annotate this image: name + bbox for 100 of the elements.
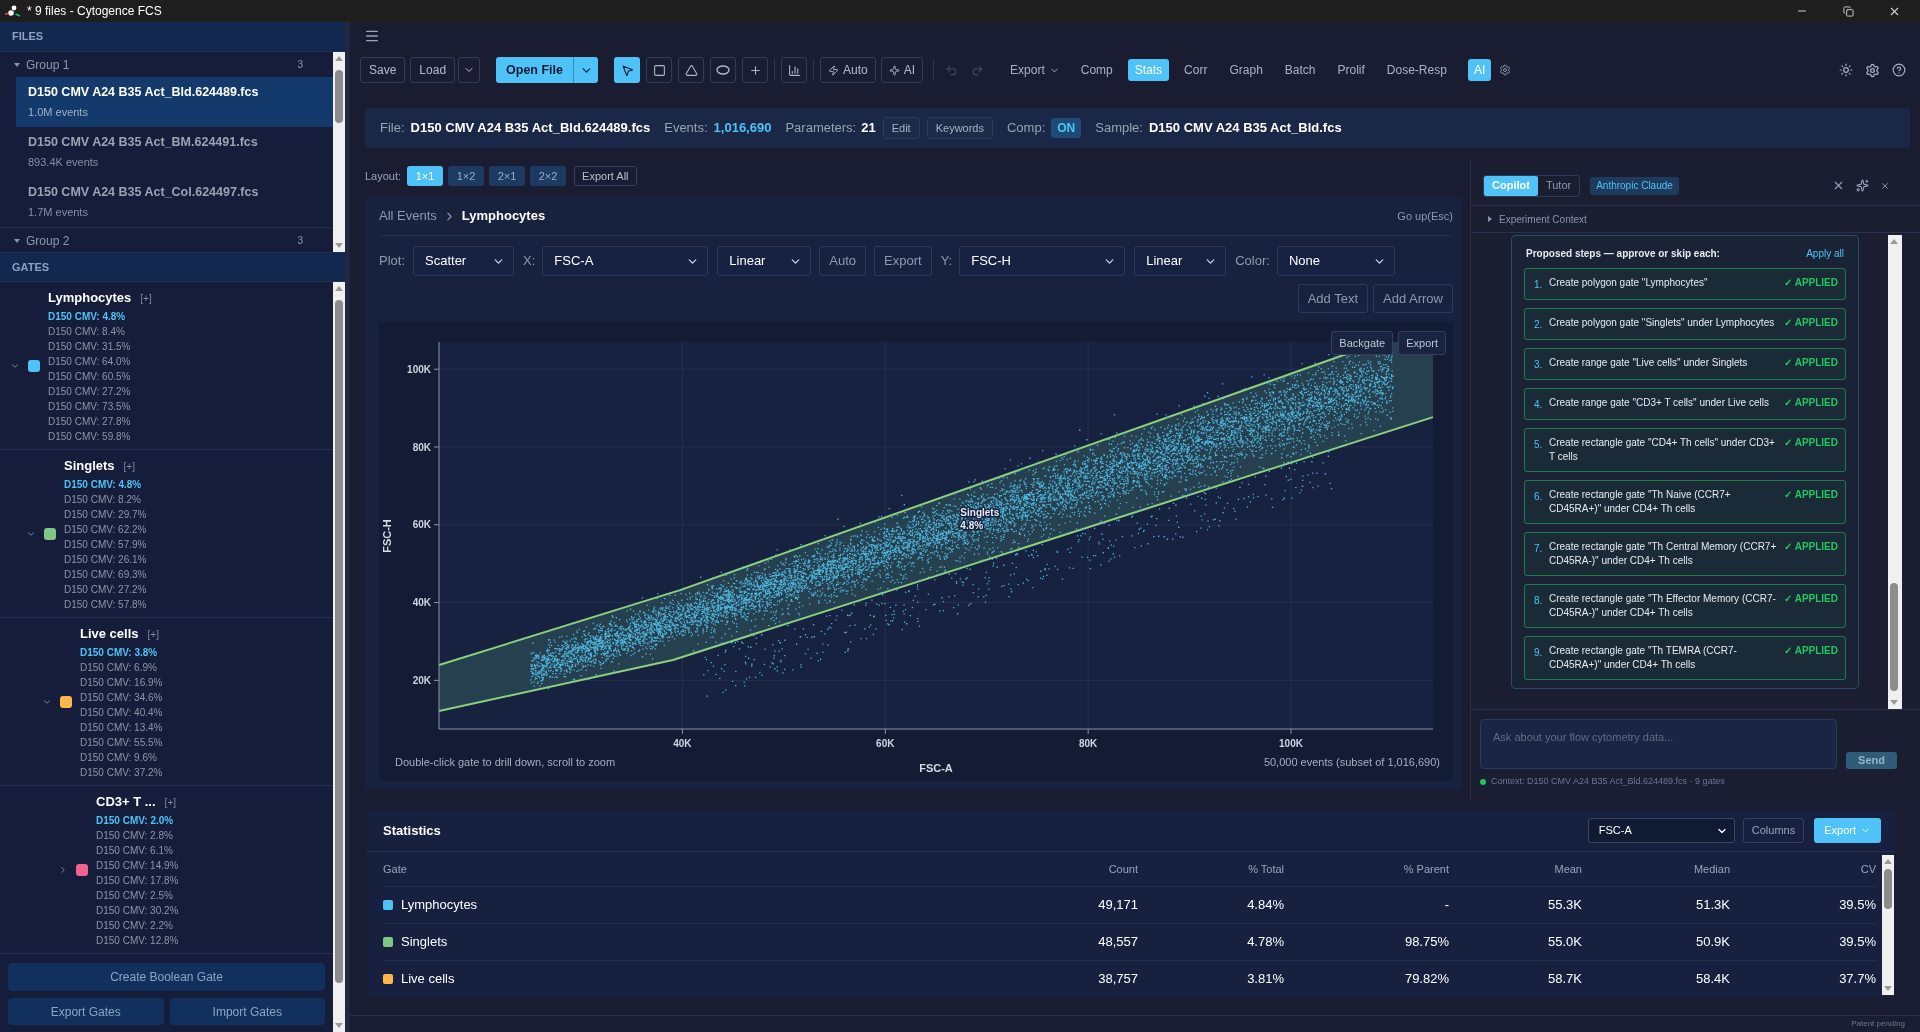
file-list-item[interactable]: D150 CMV A24 B35 Act_Col.624497.fcs 1.7M events xyxy=(16,177,333,227)
triangle-down-icon[interactable] xyxy=(1890,700,1898,705)
settings-icon[interactable] xyxy=(1865,62,1880,78)
gate-name[interactable]: Singlets xyxy=(64,456,115,476)
go-up-button[interactable]: Go up(Esc) xyxy=(1397,207,1453,225)
file-list-item[interactable]: D150 CMV A24 B35 Act_BM.624491.fcs 893.4K events xyxy=(16,127,333,177)
add-gate-button[interactable]: [+] xyxy=(140,290,152,306)
layout-option[interactable]: 1×2 xyxy=(448,166,485,186)
group-count: 3 xyxy=(297,234,303,248)
add-text-button[interactable]: Add Text xyxy=(1297,284,1368,313)
compensation-toggle[interactable]: ON xyxy=(1051,118,1082,138)
columns-button[interactable]: Columns xyxy=(1742,818,1805,843)
y-scale-select[interactable]: Linear xyxy=(1134,246,1227,276)
color-by-select[interactable]: None xyxy=(1276,246,1395,276)
scrollbar-thumb[interactable] xyxy=(1884,869,1892,909)
scrollbar[interactable] xyxy=(1888,235,1902,709)
export-all-button[interactable]: Export All xyxy=(574,166,637,186)
scrollbar-thumb[interactable] xyxy=(335,300,343,983)
load-options-button[interactable] xyxy=(458,57,481,83)
auto-gate-button[interactable]: Auto xyxy=(820,57,876,83)
assistant-tab[interactable]: Tutor xyxy=(1537,175,1580,196)
view-tab[interactable]: Comp xyxy=(1073,59,1120,81)
export-plot-button[interactable]: Export xyxy=(1398,331,1446,355)
create-boolean-gate-button[interactable]: Create Boolean Gate xyxy=(8,963,325,991)
settings-icon[interactable] xyxy=(1499,64,1512,76)
scrollbar-thumb[interactable] xyxy=(335,70,343,123)
gate-name[interactable]: Live cells xyxy=(80,624,139,644)
scrollbar[interactable] xyxy=(333,282,345,1032)
edit-button[interactable]: Edit xyxy=(882,117,920,139)
gate-stat: D150 CMV: 4.8% xyxy=(64,478,142,492)
triangle-up-icon[interactable] xyxy=(335,56,343,61)
y-parameter-select[interactable]: FSC-H xyxy=(959,246,1126,276)
close-icon[interactable] xyxy=(1880,180,1890,191)
breadcrumb-link[interactable]: Lymphocytes xyxy=(461,206,546,226)
export-axis-button[interactable]: Export xyxy=(874,246,932,276)
triangle-down-icon[interactable] xyxy=(1884,986,1892,991)
gate-stat: D150 CMV: 12.8% xyxy=(96,934,179,948)
breadcrumb-link[interactable]: All Events xyxy=(379,206,437,226)
parameter-select[interactable]: FSC-A xyxy=(1587,818,1735,843)
polygon-tool-button[interactable] xyxy=(678,57,704,83)
ellipse-tool-button[interactable] xyxy=(710,57,736,83)
load-button[interactable]: Load xyxy=(410,57,456,83)
open-file-button[interactable]: Open File xyxy=(496,57,573,83)
scrollbar[interactable] xyxy=(333,52,345,252)
caret-icon[interactable] xyxy=(1487,216,1493,222)
gate-stat: D150 CMV: 4.8% xyxy=(48,310,126,324)
gate-name[interactable]: CD3+ T ... xyxy=(96,792,156,812)
add-gate-button[interactable]: [+] xyxy=(147,626,159,642)
table-cell-text: 39.5% xyxy=(1839,896,1876,915)
layout-option[interactable]: 2×1 xyxy=(489,166,526,186)
triangle-up-icon[interactable] xyxy=(1884,859,1892,864)
keywords-button[interactable]: Keywords xyxy=(926,117,993,139)
chat-input[interactable]: Ask about your flow cytometry data... xyxy=(1480,719,1837,769)
menu-icon[interactable] xyxy=(364,28,380,44)
view-tab[interactable]: Graph xyxy=(1222,59,1270,81)
theme-sun-icon[interactable] xyxy=(1839,63,1853,77)
close-icon[interactable] xyxy=(1832,179,1845,192)
view-tab[interactable]: Batch xyxy=(1277,59,1323,81)
add-arrow-button[interactable]: Add Arrow xyxy=(1373,284,1453,313)
group-name[interactable]: Group 1 xyxy=(26,55,70,74)
export-menu-button[interactable]: Export xyxy=(1004,58,1066,82)
view-tab[interactable]: Prolif xyxy=(1330,59,1372,81)
sparkles-icon[interactable] xyxy=(1856,179,1869,192)
open-file-options-button[interactable] xyxy=(573,57,598,83)
help-icon[interactable] xyxy=(1892,63,1906,77)
experiment-context-toggle[interactable]: Experiment Context xyxy=(1471,206,1920,233)
backgate-button[interactable]: Backgate xyxy=(1331,331,1394,355)
triangle-up-icon[interactable] xyxy=(1890,239,1898,244)
view-tab[interactable]: Dose-Resp xyxy=(1379,59,1454,81)
group-name[interactable]: Group 2 xyxy=(26,231,70,250)
add-gate-button[interactable]: [+] xyxy=(164,794,176,810)
x-scale-select[interactable]: Linear xyxy=(717,246,812,276)
export-gates-button[interactable]: Export Gates xyxy=(8,998,164,1025)
select-tool-button[interactable] xyxy=(614,57,640,83)
add-gate-button[interactable]: [+] xyxy=(123,458,135,474)
quadrant-tool-button[interactable] xyxy=(742,57,768,83)
table-cell-text: 55.0K xyxy=(1548,933,1582,952)
gate-name[interactable]: Lymphocytes xyxy=(48,288,132,308)
ai-gate-button[interactable]: AI xyxy=(880,57,924,83)
layout-option[interactable]: 2×2 xyxy=(530,166,567,186)
x-parameter-select[interactable]: FSC-A xyxy=(542,246,709,276)
apply-all-link[interactable]: Apply all xyxy=(1806,245,1844,261)
caret-icon[interactable] xyxy=(14,237,20,244)
scrollbar-thumb[interactable] xyxy=(1890,583,1898,691)
triangle-up-icon[interactable] xyxy=(335,286,343,291)
triangle-down-icon[interactable] xyxy=(335,1023,343,1028)
triangle-down-icon[interactable] xyxy=(335,243,343,248)
scrollbar[interactable] xyxy=(1882,855,1894,995)
save-button[interactable]: Save xyxy=(360,57,406,83)
plot-type-select[interactable]: Scatter xyxy=(413,246,514,276)
chevron-right-icon[interactable] xyxy=(58,864,68,875)
app-logo-icon xyxy=(5,5,21,17)
caret-icon[interactable] xyxy=(14,61,20,68)
view-tab[interactable]: Corr xyxy=(1177,59,1215,81)
file-list-item[interactable]: D150 CMV A24 B35 Act_Bld.624489.fcs 1.0M events xyxy=(16,77,333,127)
import-gates-button[interactable]: Import Gates xyxy=(169,998,325,1025)
sparkle-icon xyxy=(888,64,900,76)
histogram-tool-button[interactable] xyxy=(781,57,807,83)
rectangle-tool-button[interactable] xyxy=(646,57,672,83)
auto-range-button[interactable]: Auto xyxy=(819,246,867,276)
